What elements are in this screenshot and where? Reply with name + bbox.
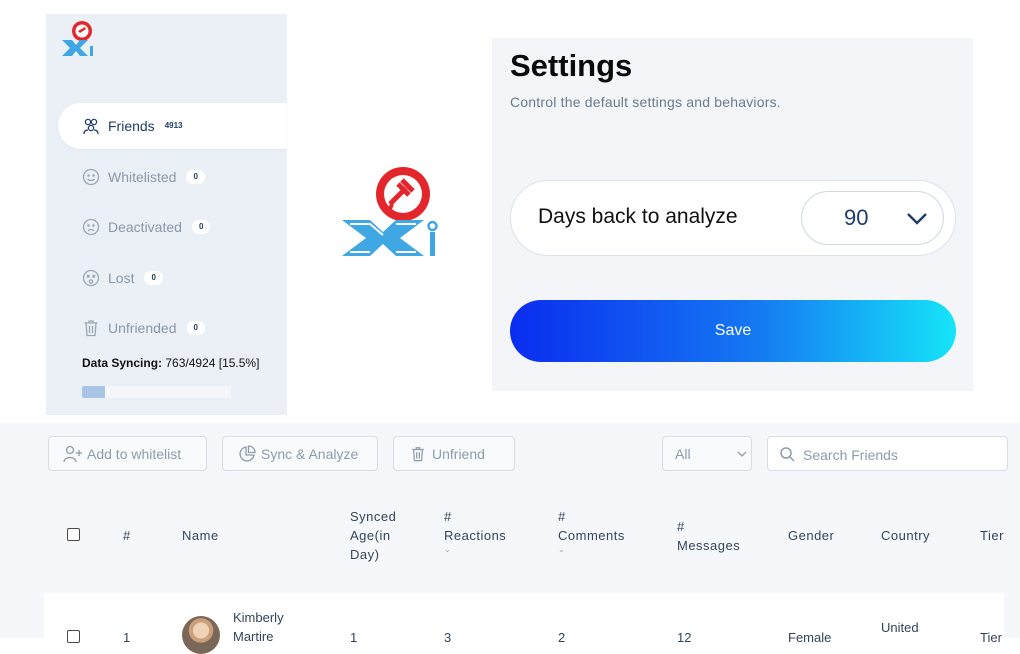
sidebar-item-label: Whitelisted [108, 169, 177, 185]
chevron-down-icon [737, 451, 747, 457]
count-badge: 0 [186, 170, 205, 184]
sync-value: 763/4924 [15.5%] [165, 356, 260, 370]
smile-icon [80, 166, 102, 188]
sync-analyze-button[interactable]: Sync & Analyze [222, 436, 378, 471]
sort-caret-icon: ⌄ [558, 545, 566, 554]
synced-age-line-2: Age(in [350, 528, 391, 543]
column-header-messages[interactable]: # Messages [677, 517, 740, 555]
settings-title: Settings [510, 48, 633, 83]
reactions-label: Reactions [444, 528, 507, 543]
row-checkbox[interactable] [67, 630, 80, 643]
add-to-whitelist-button[interactable]: Add to whitelist [48, 436, 207, 471]
column-header-synced-age[interactable]: Synced Age(in Day) [350, 507, 396, 564]
sad-icon [80, 216, 102, 238]
days-back-setting: Days back to analyze 90 [510, 180, 956, 256]
search-input[interactable] [801, 441, 1000, 468]
sidebar-item-label: Unfriended [108, 320, 177, 336]
column-header-comments[interactable]: # Comments ⌄ [558, 507, 625, 555]
column-header-num: # [123, 528, 131, 543]
sidebar-item-unfriended[interactable]: Unfriended 0 [58, 305, 205, 351]
save-button[interactable]: Save [510, 300, 956, 362]
count-badge: 4913 [164, 121, 183, 130]
chevron-down-icon [907, 213, 927, 225]
row-name[interactable]: Kimberly Martire [233, 608, 284, 646]
add-user-icon [63, 444, 83, 464]
sort-caret-icon: ⌄ [444, 545, 452, 554]
column-header-gender[interactable]: Gender [788, 526, 834, 545]
days-back-value: 90 [844, 205, 869, 230]
sync-label: Data Syncing: [82, 356, 163, 370]
trash-icon [408, 444, 428, 464]
column-header-country[interactable]: Country [881, 526, 930, 545]
unfriend-label: Unfriend [432, 445, 485, 462]
filter-select[interactable]: All [662, 436, 752, 471]
table-row[interactable]: 1 Kimberly Martire 1 3 2 12 Female Unite… [44, 593, 1004, 654]
pie-chart-icon [237, 444, 257, 464]
sync-analyze-label: Sync & Analyze [261, 445, 359, 462]
search-box [767, 436, 1008, 471]
comments-hash: # [558, 509, 566, 524]
count-badge: 0 [186, 321, 205, 335]
settings-panel: Settings Control the default settings an… [492, 38, 973, 391]
filter-value: All [675, 446, 691, 462]
sync-progress-bar [82, 386, 231, 398]
add-to-whitelist-label: Add to whitelist [87, 445, 182, 462]
sidebar-item-lost[interactable]: Lost 0 [58, 255, 163, 301]
comments-label: Comments [558, 528, 625, 543]
sidebar: Friends 4913 Whitelisted 0 Deactivated 0 [46, 14, 287, 415]
messages-hash: # [677, 519, 685, 534]
column-header-reactions[interactable]: # Reactions ⌄ [444, 507, 506, 555]
app-logo-icon [62, 21, 93, 56]
trash-icon [80, 317, 102, 339]
sidebar-item-label: Lost [108, 270, 135, 286]
column-header-tier[interactable]: Tier [980, 526, 1004, 545]
search-icon [780, 447, 795, 462]
select-all-checkbox[interactable] [67, 528, 80, 541]
messages-label: Messages [677, 538, 741, 553]
settings-subtitle: Control the default settings and behavio… [510, 94, 781, 110]
dizzy-icon [80, 267, 102, 289]
days-back-label: Days back to analyze [538, 205, 738, 228]
friends-icon [80, 115, 102, 137]
count-badge: 0 [191, 220, 211, 234]
synced-age-line-1: Synced [350, 509, 397, 524]
sync-status: Data Syncing: 763/4924 [15.5%] [82, 356, 259, 370]
avatar [182, 616, 220, 654]
brand-logo-icon [342, 167, 438, 256]
sidebar-item-whitelisted[interactable]: Whitelisted 0 [58, 154, 205, 200]
sidebar-item-label: Friends [108, 118, 155, 134]
sidebar-item-label: Deactivated [108, 219, 182, 235]
synced-age-line-3: Day) [350, 547, 380, 562]
days-back-select[interactable]: 90 [801, 191, 944, 245]
row-first-name: Kimberly [233, 610, 284, 625]
sidebar-item-friends[interactable]: Friends 4913 [58, 103, 287, 149]
count-badge: 0 [144, 271, 163, 285]
row-last-name: Martire [233, 629, 274, 644]
row-country: United [881, 620, 919, 635]
sidebar-item-deactivated[interactable]: Deactivated 0 [58, 204, 211, 250]
sync-progress-fill [82, 386, 106, 398]
column-header-name[interactable]: Name [182, 526, 219, 545]
unfriend-button[interactable]: Unfriend [393, 436, 515, 471]
reactions-hash: # [444, 509, 452, 524]
